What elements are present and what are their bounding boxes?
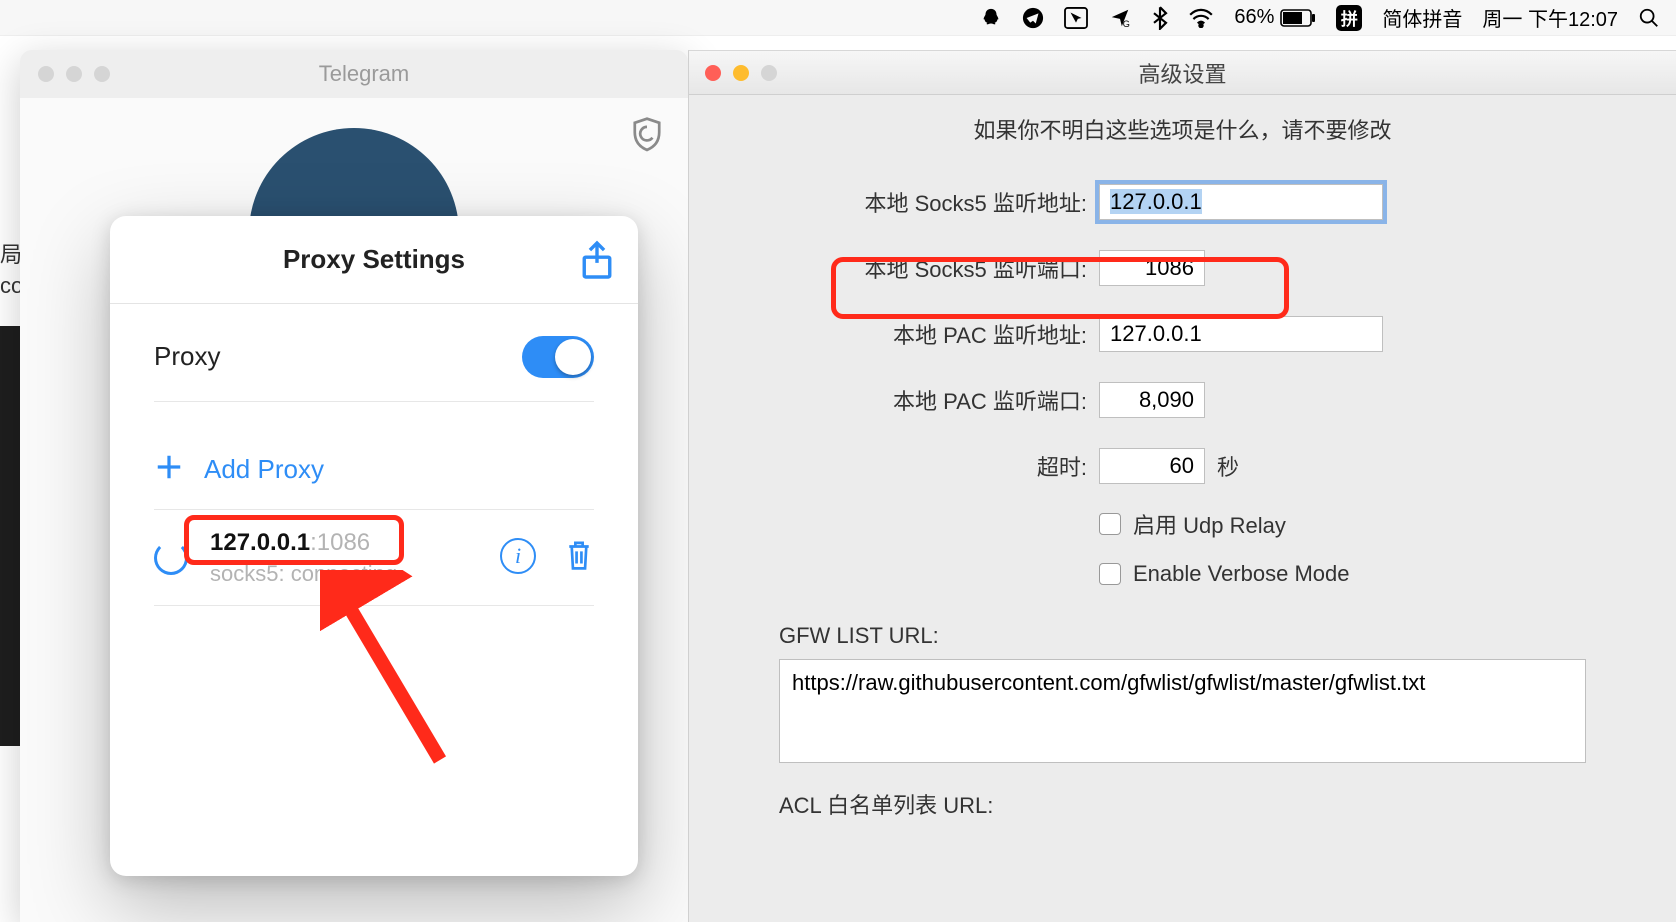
telegram-icon[interactable] <box>1022 7 1044 29</box>
proxy-settings-modal: Proxy Settings Proxy Add Proxy 127.0. <box>110 216 638 876</box>
row-timeout: 超时: 60 秒 <box>689 433 1676 499</box>
telegram-title: Telegram <box>110 61 618 87</box>
row-pac-port: 本地 PAC 监听端口: 8,090 <box>689 367 1676 433</box>
ime-badge-icon[interactable]: 拼 <box>1336 5 1362 31</box>
timeout-unit: 秒 <box>1217 450 1239 482</box>
location-icon[interactable]: G <box>1108 7 1132 29</box>
traffic-min[interactable] <box>733 65 749 81</box>
row-socks-addr: 本地 Socks5 监听地址: 127.0.0.1 <box>689 169 1676 235</box>
acl-url-label: ACL 白名单列表 URL: <box>779 788 1586 820</box>
proxy-switch[interactable] <box>522 336 594 378</box>
traffic-max[interactable] <box>94 66 110 82</box>
clock[interactable]: 周一 下午12:07 <box>1482 3 1618 32</box>
label-socks-port: 本地 Socks5 监听端口: <box>689 252 1099 284</box>
input-pac-addr[interactable]: 127.0.0.1 <box>1099 316 1383 352</box>
add-proxy-label: Add Proxy <box>204 454 324 485</box>
label-udp-relay: 启用 Udp Relay <box>1133 508 1286 540</box>
background-text: 局 co <box>0 240 22 302</box>
bluetooth-icon[interactable] <box>1152 6 1168 30</box>
advanced-settings-window: 高级设置 如果你不明白这些选项是什么，请不要修改 本地 Socks5 监听地址:… <box>688 50 1676 922</box>
telegram-window: Telegram Proxy Settings Proxy Add Prox <box>20 50 688 922</box>
checkbox-udp-relay[interactable] <box>1099 513 1121 535</box>
modal-header: Proxy Settings <box>110 216 638 304</box>
spotlight-icon[interactable] <box>1638 7 1660 29</box>
background-dark-bar <box>0 326 22 746</box>
label-socks-addr: 本地 Socks5 监听地址: <box>689 186 1099 218</box>
input-timeout[interactable]: 60 <box>1099 448 1205 484</box>
input-socks-port[interactable]: 1086 <box>1099 250 1205 286</box>
trash-icon[interactable] <box>564 538 594 577</box>
row-udp-relay[interactable]: 启用 Udp Relay <box>689 499 1676 549</box>
ss-titlebar[interactable]: 高级设置 <box>689 51 1676 95</box>
telegram-titlebar[interactable]: Telegram <box>20 50 688 98</box>
checkbox-verbose[interactable] <box>1099 563 1121 585</box>
svg-text:G: G <box>1123 19 1130 29</box>
label-timeout: 超时: <box>689 450 1099 482</box>
shield-icon[interactable] <box>630 116 664 159</box>
proxy-status: socks5: connecting <box>210 561 397 587</box>
row-socks-port: 本地 Socks5 监听端口: 1086 <box>689 235 1676 301</box>
proxy-item[interactable]: 127.0.0.1:1086 socks5: connecting i <box>154 510 594 606</box>
cursor-box-icon[interactable] <box>1064 7 1088 29</box>
info-icon[interactable]: i <box>500 538 536 574</box>
traffic-close[interactable] <box>705 65 721 81</box>
add-proxy-row[interactable]: Add Proxy <box>154 430 594 510</box>
battery-status[interactable]: 66% <box>1234 6 1316 29</box>
traffic-max[interactable] <box>761 65 777 81</box>
proxy-address: 127.0.0.1:1086 <box>210 529 397 557</box>
battery-percent: 66% <box>1234 6 1274 29</box>
traffic-min[interactable] <box>66 66 82 82</box>
input-pac-port[interactable]: 8,090 <box>1099 382 1205 418</box>
label-verbose: Enable Verbose Mode <box>1133 561 1350 587</box>
input-socks-addr[interactable]: 127.0.0.1 <box>1099 184 1383 220</box>
share-button[interactable] <box>580 240 614 285</box>
ime-name[interactable]: 简体拼音 <box>1382 3 1462 32</box>
warning-text: 如果你不明白这些选项是什么，请不要修改 <box>689 113 1676 145</box>
row-pac-addr: 本地 PAC 监听地址: 127.0.0.1 <box>689 301 1676 367</box>
row-verbose[interactable]: Enable Verbose Mode <box>689 549 1676 599</box>
menubar: G 66% 拼 简体拼音 周一 下午12:07 <box>0 0 1676 36</box>
wifi-icon[interactable] <box>1188 8 1214 28</box>
proxy-toggle-row: Proxy <box>154 312 594 402</box>
gfw-url-input[interactable] <box>779 659 1586 763</box>
modal-title: Proxy Settings <box>283 244 465 275</box>
traffic-lights[interactable] <box>38 66 110 82</box>
qq-icon[interactable] <box>980 7 1002 29</box>
label-pac-addr: 本地 PAC 监听地址: <box>689 318 1099 350</box>
label-pac-port: 本地 PAC 监听端口: <box>689 384 1099 416</box>
plus-icon <box>154 452 184 487</box>
gfw-url-label: GFW LIST URL: <box>779 623 1586 649</box>
ss-title: 高级设置 <box>689 57 1676 89</box>
connecting-spinner-icon <box>154 541 188 575</box>
traffic-close[interactable] <box>38 66 54 82</box>
proxy-label: Proxy <box>154 341 522 372</box>
